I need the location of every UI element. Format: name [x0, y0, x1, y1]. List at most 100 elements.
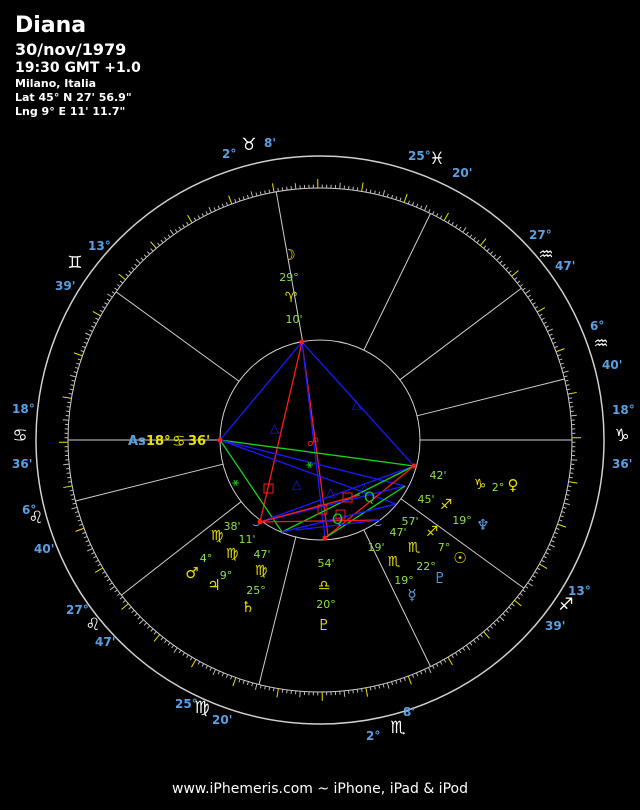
degree-tick — [197, 215, 201, 219]
cusp-degree: 27° — [529, 228, 552, 242]
degree-tick — [67, 481, 72, 483]
degree-tick — [508, 270, 512, 274]
planet-degree: 20° — [316, 598, 336, 611]
degree-tick — [560, 362, 564, 365]
degree-tick — [378, 191, 381, 196]
degree-tick — [486, 628, 490, 632]
degree-tick — [476, 636, 480, 641]
degree-tick — [277, 187, 279, 192]
planet-sign: ♐ — [440, 497, 453, 513]
degree-tick — [529, 298, 534, 302]
degree-tick — [493, 622, 497, 626]
degree-tick — [228, 195, 233, 205]
aspect-glyph: ⚹ — [306, 457, 313, 471]
planet-minute: 19' — [367, 541, 384, 554]
cusp-sign-glyph: ♒ — [593, 334, 608, 354]
degree-tick — [465, 231, 469, 236]
degree-tick — [565, 384, 570, 386]
degree-tick — [554, 531, 558, 535]
degree-tick — [514, 599, 522, 607]
cusp-minute: 36' — [12, 457, 32, 471]
degree-tick — [221, 203, 225, 208]
cusp-degree: 18° — [612, 403, 635, 417]
degree-tick — [543, 321, 547, 325]
degree-tick — [147, 625, 151, 629]
degree-tick — [75, 527, 85, 532]
degree-tick — [505, 267, 509, 271]
degree-tick — [205, 665, 209, 669]
degree-tick — [208, 206, 212, 213]
degree-tick — [230, 675, 233, 680]
degree-tick — [131, 267, 135, 271]
degree-tick — [164, 236, 167, 241]
degree-tick — [458, 649, 462, 654]
degree-tick — [552, 341, 557, 345]
cusp-minute: 47' — [95, 635, 115, 649]
degree-tick — [143, 254, 147, 258]
degree-tick — [225, 674, 229, 678]
degree-tick — [407, 675, 412, 685]
degree-tick — [80, 350, 85, 353]
degree-tick — [119, 596, 124, 600]
degree-tick — [391, 681, 394, 686]
degree-tick — [483, 245, 487, 249]
aspect-glyph: Q — [332, 512, 343, 528]
degree-tick — [356, 187, 359, 191]
degree-tick — [134, 263, 138, 267]
aspect-glyph: △ — [326, 485, 336, 499]
degree-tick — [415, 203, 419, 208]
degree-tick — [431, 665, 435, 669]
degree-tick — [242, 680, 245, 684]
degree-tick — [147, 251, 151, 255]
degree-tick — [361, 182, 364, 192]
planet-minute: 45' — [417, 493, 434, 506]
degree-tick — [250, 191, 254, 198]
degree-tick — [83, 341, 88, 345]
planet-sign: ♏ — [388, 554, 401, 570]
degree-tick — [276, 688, 279, 698]
degree-tick — [554, 345, 558, 349]
degree-tick — [255, 192, 258, 197]
house-cusp-label: 2° ♉ 8' — [222, 135, 276, 161]
degree-tick — [69, 489, 74, 492]
degree-tick — [160, 636, 164, 641]
degree-tick — [499, 616, 505, 622]
degree-tick — [447, 656, 453, 666]
ascendant-minute: 36' — [188, 434, 210, 449]
degree-tick — [547, 328, 554, 332]
degree-tick — [135, 258, 141, 264]
cusp-sign-glyph: ♐ — [558, 595, 573, 615]
degree-tick — [205, 211, 209, 215]
degree-tick — [69, 388, 74, 391]
house-cusp-line — [363, 213, 431, 351]
degree-tick — [77, 519, 82, 522]
degree-tick — [462, 647, 466, 651]
degree-tick — [424, 205, 428, 211]
degree-tick — [428, 209, 431, 213]
degree-tick — [186, 221, 189, 226]
degree-tick — [234, 198, 237, 203]
planet-glyph: ♂ — [185, 564, 198, 582]
degree-tick — [386, 682, 390, 689]
planet-degree: 19° — [452, 514, 472, 527]
cusp-minute: 40' — [602, 358, 622, 372]
degree-tick — [443, 659, 447, 663]
aspect-line — [259, 341, 303, 523]
planet-glyph: ♇ — [317, 616, 330, 634]
degree-tick — [92, 311, 101, 317]
cusp-sign-glyph: ♍ — [194, 698, 209, 718]
degree-tick — [93, 321, 97, 325]
cusp-degree: 18° — [12, 402, 35, 416]
degree-tick — [106, 578, 111, 582]
degree-tick — [122, 599, 126, 603]
degree-tick — [473, 236, 476, 241]
degree-tick — [271, 183, 275, 193]
degree-tick — [101, 306, 106, 309]
cusp-minute: 20' — [212, 713, 232, 727]
degree-tick — [116, 284, 121, 287]
degree-tick — [119, 280, 124, 284]
degree-tick — [399, 197, 402, 202]
degree-tick — [82, 531, 86, 535]
planet-glyph: ☉ — [453, 549, 466, 567]
degree-tick — [83, 535, 88, 539]
